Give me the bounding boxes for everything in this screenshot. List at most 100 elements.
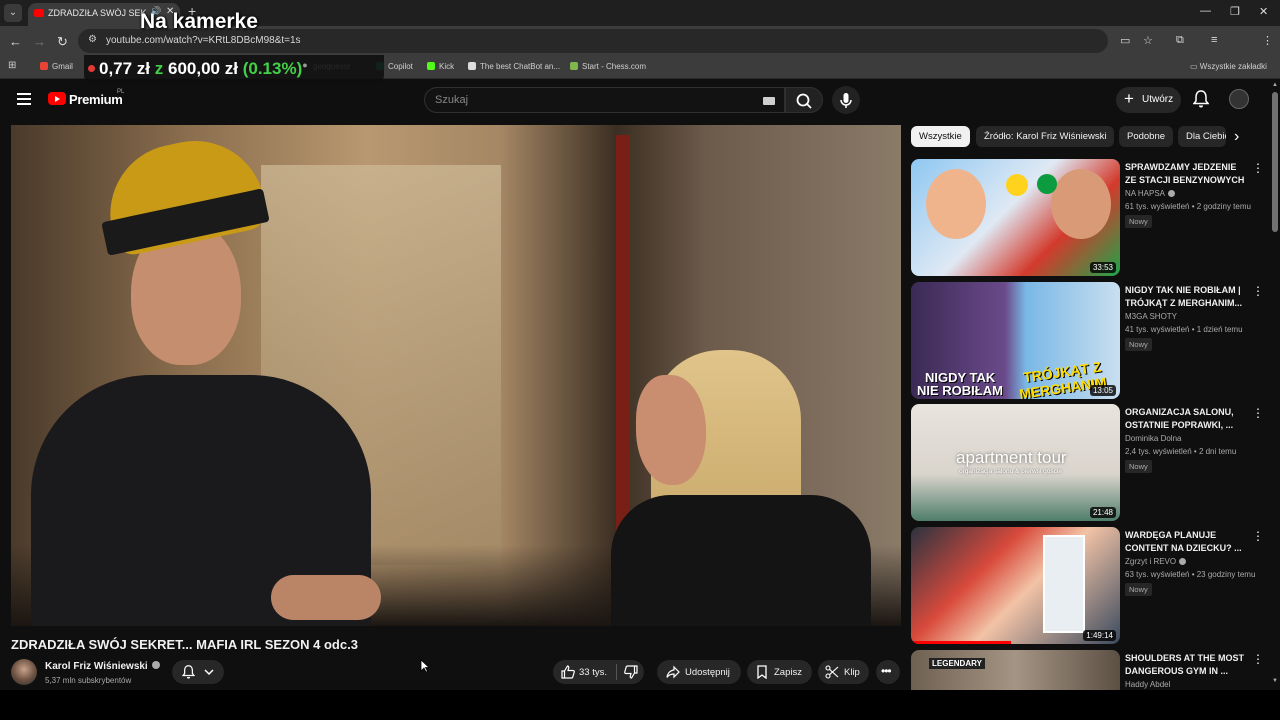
voice-search-button[interactable] [832, 86, 860, 114]
bell-icon [182, 665, 195, 679]
video-player[interactable] [11, 125, 901, 626]
account-avatar[interactable] [1229, 89, 1249, 109]
rec-duration: 21:48 [1089, 507, 1116, 518]
dislike-button[interactable] [617, 660, 644, 684]
rec-more-icon[interactable]: ⋮ [1252, 652, 1264, 666]
channel-avatar[interactable] [11, 659, 37, 685]
keyboard-icon[interactable] [763, 97, 775, 105]
bookmark-gmail[interactable]: Gmail [40, 62, 73, 71]
more-actions-button[interactable]: ••• [876, 660, 900, 684]
verified-badge-icon [1179, 558, 1187, 565]
save-label: Zapisz [774, 667, 802, 678]
extensions-icon[interactable]: ⧉ [1176, 34, 1184, 47]
rec-more-icon[interactable]: ⋮ [1252, 284, 1264, 298]
like-button[interactable]: 33 tys. [553, 660, 616, 684]
minimize-icon[interactable]: — [1200, 5, 1211, 17]
maximize-icon[interactable]: ❐ [1230, 5, 1240, 18]
rec-new-badge: Nowy [1125, 215, 1152, 228]
rec-channel[interactable]: NA HAPSA [1125, 189, 1176, 198]
rec-new-badge: Nowy [1125, 460, 1152, 473]
chip-all[interactable]: Wszystkie [911, 126, 970, 147]
verified-badge-icon [1168, 190, 1176, 197]
rec-channel[interactable]: M3GA SHOTY [1125, 312, 1177, 321]
media-controls-icon[interactable]: ≡ [1211, 34, 1217, 46]
youtube-logo-icon[interactable] [48, 92, 66, 105]
mouse-cursor-icon [420, 659, 431, 678]
create-button[interactable]: + Utwórz [1116, 87, 1181, 113]
rec-thumbnail[interactable]: 33:53 [911, 159, 1120, 276]
cast-icon[interactable]: ▭ [1120, 34, 1130, 47]
rec-more-icon[interactable]: ⋮ [1252, 161, 1264, 175]
goal-current: 0,77 zł [99, 59, 151, 78]
share-icon [666, 665, 680, 679]
save-button[interactable]: Zapisz [747, 660, 812, 684]
subscription-notifications-button[interactable] [172, 660, 224, 684]
gmail-icon [40, 62, 48, 70]
clip-button[interactable]: Klip [818, 660, 869, 684]
scroll-up-icon[interactable]: ▲ [1272, 82, 1278, 88]
rec-channel[interactable]: Dominika Dolna [1125, 434, 1181, 443]
rec-title[interactable]: NIGDY TAK NIE ROBIŁAM | TRÓJKĄT Z MERGHA… [1125, 284, 1250, 309]
rec-meta: 2,4 tys. wyświetleń • 2 dni temu [1125, 447, 1237, 456]
channel-name[interactable]: Karol Friz Wiśniewski [45, 661, 160, 672]
back-icon[interactable]: ← [9, 34, 22, 49]
window-close-icon[interactable]: ✕ [1259, 5, 1268, 18]
hamburger-menu-icon[interactable] [17, 93, 31, 105]
bookmark-chatbot[interactable]: The best ChatBot an... [468, 62, 560, 71]
plus-icon: + [1124, 89, 1134, 108]
donation-goal-ticker: 0,77 zł z 600,00 zł (0.13%)● [84, 55, 384, 85]
thumb-face-left [926, 169, 986, 239]
youtube-favicon-icon [34, 9, 44, 17]
share-button[interactable]: Udostępnij [657, 660, 741, 684]
rec-thumbnail[interactable]: 1:49:14 [911, 527, 1120, 644]
share-label: Udostępnij [685, 667, 730, 678]
taskbar-area [0, 690, 1280, 720]
rec-new-badge: Nowy [1125, 583, 1152, 596]
browser-menu-icon[interactable]: ⋮ [1262, 34, 1273, 47]
chip-for-you[interactable]: Dla Ciebie [1178, 126, 1226, 147]
chip-source[interactable]: Źródło: Karol Friz Wiśniewski [976, 126, 1115, 147]
scissors-icon [825, 665, 839, 679]
page-scrollbar[interactable]: ▲ ▼ [1270, 80, 1280, 690]
reload-icon[interactable]: ↻ [57, 34, 68, 50]
country-code: PL [117, 89, 125, 95]
rec-duration: 13:05 [1089, 385, 1116, 396]
scroll-down-icon[interactable]: ▼ [1272, 678, 1278, 684]
rec-channel[interactable]: Zgrzyt i REVO [1125, 557, 1187, 566]
apps-grid-icon[interactable]: ⊞ [8, 60, 16, 71]
subscriber-count: 5,37 mln subskrybentów [45, 676, 132, 685]
scrollbar-thumb[interactable] [1272, 92, 1278, 232]
folder-icon: ▭ [1190, 62, 1200, 71]
bookmark-chess[interactable]: Start - Chess.com [570, 62, 646, 71]
youtube-logo-text[interactable]: Premium [69, 92, 123, 107]
rec-more-icon[interactable]: ⋮ [1252, 529, 1264, 543]
thumb-face-right [1051, 169, 1111, 239]
bookmark-star-icon[interactable]: ☆ [1143, 34, 1153, 47]
thumbs-up-icon [561, 665, 575, 679]
rec-more-icon[interactable]: ⋮ [1252, 406, 1264, 420]
bp-logo-icon [1037, 174, 1057, 194]
rec-thumbnail[interactable]: NIGDY TAK NIE ROBIŁAM TRÓJKĄT Z MERGHANI… [911, 282, 1120, 399]
forward-icon[interactable]: → [33, 34, 46, 49]
rec-title[interactable]: SHOULDERS AT THE MOST DANGEROUS GYM IN .… [1125, 652, 1250, 677]
bookmark-kick[interactable]: Kick [427, 62, 454, 71]
chip-related[interactable]: Podobne [1119, 126, 1174, 147]
rec-meta: 63 tys. wyświetleń • 23 godziny temu [1125, 570, 1256, 579]
rec-title[interactable]: ORGANIZACJA SALONU, OSTATNIE POPRAWKI, .… [1125, 406, 1250, 431]
tab-search-button[interactable]: ⌄ [4, 4, 22, 22]
search-input[interactable]: Szukaj [424, 87, 785, 113]
search-button[interactable] [785, 87, 823, 113]
rec-title[interactable]: SPRAWDZAMY JEDZENIE ZE STACJI BENZYNOWYC… [1125, 161, 1250, 186]
rec-thumbnail[interactable]: apartment tour organizacja salonu & pier… [911, 404, 1120, 521]
more-horizontal-icon: ••• [881, 664, 892, 678]
rec-channel[interactable]: Haddy Abdel [1125, 680, 1170, 689]
site-info-icon[interactable]: ⚙ [88, 34, 97, 45]
rec-thumbnail[interactable]: LEGENDARY [911, 650, 1120, 690]
rec-title[interactable]: WARDĘGA PLANUJE CONTENT NA DZIECKU? ... [1125, 529, 1250, 554]
chevron-right-icon[interactable]: › [1234, 128, 1239, 146]
url-text[interactable]: youtube.com/watch?v=KRtL8DBcM98&t=1s [106, 35, 301, 46]
record-dot-icon [88, 65, 95, 72]
notifications-bell-icon[interactable] [1192, 90, 1210, 113]
goal-percent: (0.13%) [242, 59, 303, 78]
all-bookmarks-folder[interactable]: ▭ Wszystkie zakładki [1190, 62, 1267, 71]
